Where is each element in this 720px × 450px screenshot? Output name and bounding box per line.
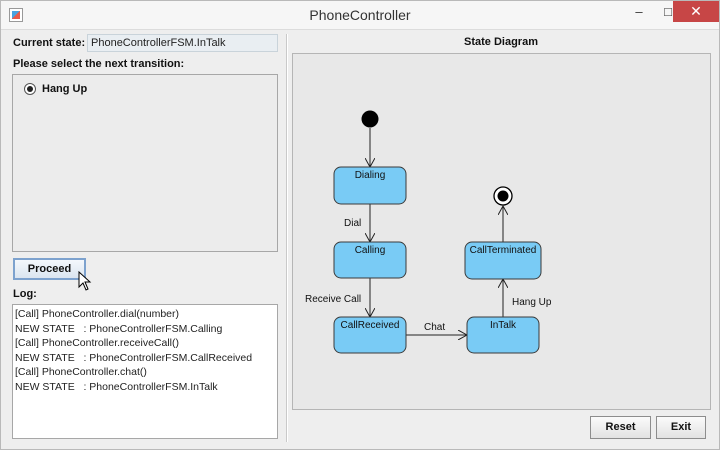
title-bar: PhoneController – □ ✕ bbox=[1, 1, 719, 30]
transition-list: Hang Up bbox=[12, 74, 278, 252]
state-diagram-canvas: Dial Receive Call Chat Hang Up Dialing C… bbox=[292, 53, 711, 410]
exit-button[interactable]: Exit bbox=[656, 416, 706, 439]
log-line: [Call] PhoneController.receiveCall() bbox=[15, 337, 179, 349]
reset-button[interactable]: Reset bbox=[590, 416, 651, 439]
state-call-received: CallReceived bbox=[333, 316, 407, 354]
state-call-terminated: CallTerminated bbox=[464, 241, 542, 280]
state-in-talk: InTalk bbox=[466, 316, 540, 354]
final-state-inner-icon bbox=[497, 190, 509, 202]
proceed-button[interactable]: Proceed bbox=[13, 258, 86, 280]
state-dialing: Dialing bbox=[333, 166, 407, 205]
current-state-field: PhoneControllerFSM.InTalk bbox=[87, 34, 278, 52]
state-label-dialing: Dialing bbox=[355, 170, 386, 181]
close-button[interactable]: ✕ bbox=[673, 1, 719, 22]
diagram-title: State Diagram bbox=[464, 36, 538, 48]
radio-selected-icon[interactable] bbox=[24, 83, 36, 95]
log-line: NEW STATE : PhoneControllerFSM.CallRecei… bbox=[15, 351, 253, 364]
log-line: [Call] PhoneController.dial(number) bbox=[15, 308, 179, 320]
state-label-call-terminated: CallTerminated bbox=[470, 245, 537, 256]
current-state-label: Current state: bbox=[13, 37, 86, 49]
app-window: PhoneController – □ ✕ Current state: Pho… bbox=[0, 0, 720, 450]
state-diagram-svg: Dial Receive Call Chat Hang Up Dialing C… bbox=[305, 110, 552, 354]
edge-label-receive-call: Receive Call bbox=[305, 294, 361, 305]
transition-select-label: Please select the next transition: bbox=[13, 58, 185, 70]
log-line: NEW STATE : PhoneControllerFSM.InTalk bbox=[15, 380, 218, 393]
state-label-call-received: CallReceived bbox=[341, 320, 400, 331]
log-label: Log: bbox=[13, 288, 37, 300]
window-title: PhoneController bbox=[309, 7, 411, 23]
log-textarea[interactable]: [Call] PhoneController.dial(number) NEW … bbox=[12, 304, 278, 439]
state-label-in-talk: InTalk bbox=[490, 320, 517, 331]
edge-label-dial: Dial bbox=[344, 218, 361, 229]
minimize-button[interactable]: – bbox=[625, 1, 653, 22]
edge-label-chat: Chat bbox=[424, 322, 445, 333]
transition-option-label: Hang Up bbox=[42, 83, 88, 95]
mouse-cursor-icon bbox=[78, 271, 92, 291]
transition-option-hang-up[interactable]: Hang Up bbox=[24, 83, 87, 95]
log-line: NEW STATE : PhoneControllerFSM.Calling bbox=[15, 322, 223, 335]
initial-state-icon bbox=[361, 110, 379, 128]
split-pane-divider[interactable] bbox=[286, 34, 288, 442]
state-calling: Calling bbox=[333, 241, 407, 279]
edge-label-hang-up: Hang Up bbox=[512, 297, 552, 308]
log-line: [Call] PhoneController.chat() bbox=[15, 366, 147, 378]
state-label-calling: Calling bbox=[355, 245, 386, 256]
